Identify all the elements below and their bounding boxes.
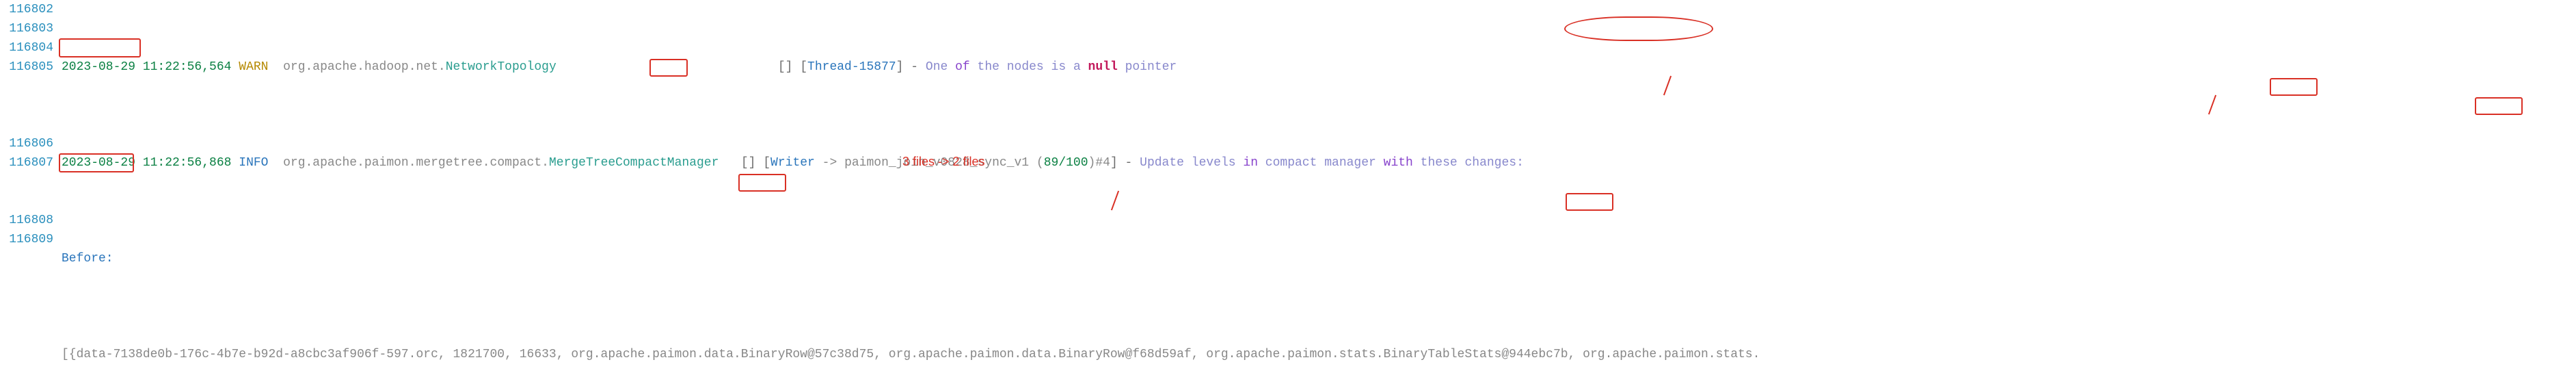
keyword-of: of bbox=[955, 60, 970, 74]
log-level: WARN bbox=[239, 60, 268, 74]
log-view: 116802 116803 116804 116805 116806 11680… bbox=[0, 0, 2576, 373]
line-number-gutter: 116802 116803 116804 116805 116806 11680… bbox=[0, 0, 62, 373]
annotation-box-1341 bbox=[2270, 78, 2318, 96]
keyword-null: null bbox=[1088, 60, 1118, 74]
log-line-info: 2023-08-29 11:22:56,868 INFO org.apache.… bbox=[62, 153, 2576, 172]
line-number: 116806 bbox=[0, 134, 53, 153]
message: the nodes is a bbox=[970, 60, 1088, 74]
timestamp: 2023-08-29 11:22:56,564 bbox=[62, 60, 231, 74]
keyword-in: in bbox=[1243, 156, 1258, 170]
message: compact manager bbox=[1258, 156, 1384, 170]
logger-class: MergeTreeCompactManager bbox=[549, 156, 719, 170]
annotation-box-1343 bbox=[2475, 97, 2523, 115]
log-level: INFO bbox=[239, 156, 268, 170]
before-text: Before: bbox=[62, 252, 113, 266]
logger-class: NetworkTopology bbox=[446, 60, 556, 74]
task-fraction: 89/100 bbox=[1044, 156, 1088, 170]
line-number bbox=[0, 77, 53, 96]
line-number: 116805 bbox=[0, 57, 53, 77]
line-number: 116803 bbox=[0, 19, 53, 38]
annotation-box-1344 bbox=[738, 174, 786, 192]
annotation-slash bbox=[1111, 191, 1119, 211]
line-number: 116809 bbox=[0, 230, 53, 249]
thread-detail: )#4 bbox=[1088, 156, 1110, 170]
line-number: 116804 bbox=[0, 38, 53, 57]
message: pointer bbox=[1118, 60, 1177, 74]
line-number: 116808 bbox=[0, 211, 53, 230]
bracket: ] - bbox=[896, 60, 926, 74]
thread-name: Thread-15877 bbox=[807, 60, 896, 74]
message: One bbox=[926, 60, 955, 74]
line-number: 116802 bbox=[0, 0, 53, 19]
line-number bbox=[0, 115, 53, 134]
annotation-slash bbox=[1663, 76, 1672, 96]
thread-name: Writer bbox=[770, 156, 815, 170]
annotation-box-1346 bbox=[1566, 193, 1613, 211]
thread-detail: -> paimon_join_v0828_sync_v1 ( bbox=[815, 156, 1044, 170]
line-number bbox=[0, 172, 53, 192]
message: these changes: bbox=[1413, 156, 1524, 170]
bracket: [] [ bbox=[778, 60, 807, 74]
keyword-with: with bbox=[1384, 156, 1413, 170]
line-number bbox=[0, 96, 53, 115]
annotation-box-before bbox=[59, 38, 141, 57]
before-entry-line: [{data-7138de0b-176c-4b7e-b92d-a8cbc3af9… bbox=[62, 345, 2576, 364]
logger-prefix: org.apache.paimon.mergetree.compact. bbox=[283, 156, 549, 170]
annotation-circle-task-id bbox=[1564, 16, 1713, 41]
line-number: 116807 bbox=[0, 153, 53, 172]
bracket: [] [ bbox=[741, 156, 770, 170]
line-number bbox=[0, 192, 53, 211]
annotation-slash bbox=[2208, 95, 2216, 115]
bracket: ] - bbox=[1110, 156, 1140, 170]
timestamp: 2023-08-29 11:22:56,868 bbox=[62, 156, 231, 170]
message: Update levels bbox=[1140, 156, 1243, 170]
log-content[interactable]: 2023-08-29 11:22:56,564 WARN org.apache.… bbox=[62, 0, 2576, 373]
logger-prefix: org.apache.hadoop.net. bbox=[283, 60, 446, 74]
log-line-warn: 2023-08-29 11:22:56,564 WARN org.apache.… bbox=[62, 57, 2576, 77]
before-label: Before: bbox=[62, 249, 2576, 268]
